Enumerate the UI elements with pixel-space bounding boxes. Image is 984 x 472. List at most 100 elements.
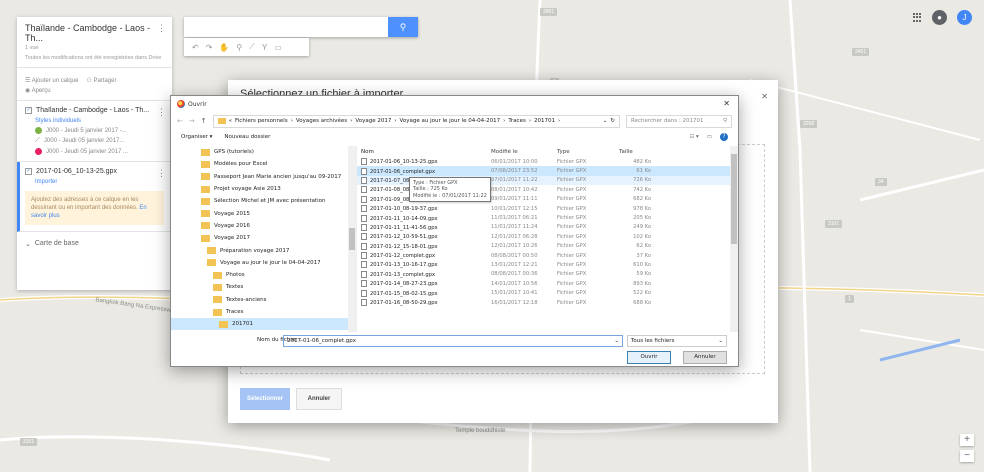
column-date[interactable]: Modifié le bbox=[487, 149, 553, 155]
layer-checkbox[interactable]: ✓ bbox=[25, 107, 32, 114]
file-list-scrollbar[interactable] bbox=[730, 146, 738, 332]
tree-item[interactable]: Sélection Michel et JM avec présentation bbox=[171, 195, 356, 207]
tree-item[interactable]: Voyage 2017 bbox=[171, 232, 356, 244]
tree-item[interactable]: Photos bbox=[171, 269, 356, 281]
view-options-icon[interactable]: ☷ ▾ bbox=[689, 134, 698, 140]
breadcrumb-item[interactable]: Traces bbox=[508, 118, 525, 124]
forward-arrow-icon[interactable]: → bbox=[189, 117, 195, 125]
layer-name[interactable]: 2017-01-06_10-13-25.gpx bbox=[36, 168, 117, 175]
open-button[interactable]: Ouvrir bbox=[627, 351, 671, 364]
folder-search-field[interactable]: Rechercher dans : 201701 ⚲ bbox=[626, 114, 732, 128]
new-folder-button[interactable]: Nouveau dossier bbox=[224, 134, 270, 140]
file-row[interactable]: 2017-01-06_complet.gpx 07/08/2017 23:52 Fi… bbox=[357, 166, 738, 176]
cancel-button[interactable]: Annuler bbox=[296, 388, 342, 410]
up-arrow-icon[interactable]: ↑ bbox=[201, 117, 207, 125]
search-input[interactable] bbox=[184, 17, 388, 37]
avatar[interactable]: J bbox=[957, 10, 972, 25]
account-circle-icon[interactable]: ● bbox=[932, 10, 947, 25]
tree-item[interactable]: Traces bbox=[171, 306, 356, 318]
directions-icon[interactable]: Y bbox=[262, 43, 267, 52]
select-button[interactable]: Sélectionner bbox=[240, 388, 290, 410]
more-vert-icon[interactable]: ⋮ bbox=[157, 168, 166, 179]
zoom-out-button[interactable]: − bbox=[960, 450, 974, 462]
tree-item[interactable]: Voyage au jour le jour le 04-04-2017 bbox=[171, 257, 356, 269]
breadcrumb-item[interactable]: 201701 bbox=[534, 118, 555, 124]
search-button[interactable]: ⚲ bbox=[388, 17, 418, 37]
scrollbar-thumb[interactable] bbox=[349, 228, 355, 250]
file-row[interactable]: 2017-01-11_10-14-09.gpx 11/01/2017 06:21 F… bbox=[357, 213, 738, 222]
breadcrumb-item[interactable]: Voyage au jour le jour le 04-04-2017 bbox=[400, 118, 501, 124]
layer-checkbox[interactable]: ✓ bbox=[25, 168, 32, 175]
filetype-select[interactable]: Tous les fichiers ⌄ bbox=[627, 335, 727, 347]
preview-pane-icon[interactable]: ▭ bbox=[707, 134, 712, 140]
tree-item[interactable]: Projet voyage Asie 2013 bbox=[171, 183, 356, 195]
tree-item[interactable]: Passeport Jean Marie ancien jusqu'au 09-… bbox=[171, 171, 356, 183]
file-name-text: 2017-01-11_11-41-56.gpx bbox=[370, 224, 438, 231]
file-row[interactable]: 2017-01-12_10-59-51.gpx 12/01/2017 06:28 F… bbox=[357, 232, 738, 241]
tree-item[interactable]: Modèles pour Excel bbox=[171, 158, 356, 170]
layer-style-link[interactable]: Styles individuels bbox=[35, 118, 164, 124]
tree-item-selected[interactable]: 201701 bbox=[171, 318, 356, 331]
help-icon[interactable]: ? bbox=[720, 133, 728, 141]
file-row[interactable]: 2017-01-12_complet.gpx 08/08/2017 00:50 Fi… bbox=[357, 251, 738, 260]
layer-feature[interactable]: J000 - Jeudi 05 janvier 2017 ... bbox=[35, 148, 164, 155]
file-row[interactable]: 2017-01-13_10-16-17.gpx 13/01/2017 12:21 F… bbox=[357, 260, 738, 269]
layer-name[interactable]: Thaïlande - Cambodge - Laos - Th... bbox=[36, 107, 149, 114]
close-icon[interactable]: ✕ bbox=[723, 99, 730, 108]
import-link[interactable]: Importer bbox=[35, 179, 164, 185]
scrollbar-thumb[interactable] bbox=[731, 154, 737, 244]
organize-menu[interactable]: Organiser ▾ bbox=[181, 134, 212, 140]
zoom-in-button[interactable]: + bbox=[960, 434, 974, 446]
close-icon[interactable]: ✕ bbox=[761, 92, 768, 101]
file-row[interactable]: 2017-01-15_08-02-15.gpx 15/01/2017 10:41 F… bbox=[357, 288, 738, 297]
breadcrumb[interactable]: « Fichiers personnels › Voyages archivées… bbox=[212, 114, 620, 128]
file-row[interactable]: 2017-01-11_11-41-56.gpx 11/01/2017 11:24 F… bbox=[357, 223, 738, 232]
chevron-down-icon[interactable]: ⌄ bbox=[603, 118, 608, 124]
tree-item[interactable]: GPS (tutoriels) bbox=[171, 146, 356, 158]
tree-item-label: GPS (tutoriels) bbox=[214, 149, 254, 156]
file-row[interactable]: 2017-01-16_08-50-29.gpx 16/01/2017 12:18 F… bbox=[357, 298, 738, 307]
ruler-icon[interactable]: ▭ bbox=[274, 43, 282, 52]
breadcrumb-item[interactable]: Voyage 2017 bbox=[355, 118, 391, 124]
column-name[interactable]: Nom bbox=[357, 149, 487, 155]
hand-icon[interactable]: ✋ bbox=[219, 43, 229, 52]
layer-feature[interactable]: J000 - Jeudi 5 janvier 2017 -... bbox=[35, 127, 164, 134]
column-size[interactable]: Taille bbox=[615, 149, 659, 155]
tree-item[interactable]: Voyage 2015 bbox=[171, 207, 356, 219]
file-row[interactable]: 2017-01-12_15-18-01.gpx 12/01/2017 10:26 F… bbox=[357, 242, 738, 251]
file-size-text: 37 Ko bbox=[636, 252, 651, 259]
back-arrow-icon[interactable]: ← bbox=[177, 117, 183, 125]
map-title[interactable]: Thaïlande - Cambodge - Laos - Th... bbox=[25, 23, 164, 43]
more-vert-icon[interactable]: ⋮ bbox=[157, 23, 166, 34]
apps-grid-icon[interactable] bbox=[913, 13, 922, 22]
column-type[interactable]: Type bbox=[553, 149, 615, 155]
file-row[interactable]: 2017-01-06_10-13-25.gpx 06/01/2017 10:00 F… bbox=[357, 157, 738, 166]
chevron-down-icon[interactable]: ⌄ bbox=[614, 338, 619, 344]
file-name-text: 2017-01-14_08-27-23.gpx bbox=[370, 281, 438, 288]
draw-line-icon[interactable]: ⟋ bbox=[249, 42, 255, 52]
share-button[interactable]: ⚇ Partager bbox=[86, 77, 116, 84]
redo-icon[interactable]: ↷ bbox=[206, 43, 213, 52]
basemap-toggle[interactable]: ⌄ Carte de base bbox=[17, 232, 172, 256]
breadcrumb-item[interactable]: Voyages archivées bbox=[296, 118, 347, 124]
tree-item[interactable]: Textes-anciens bbox=[171, 294, 356, 306]
folder-icon bbox=[201, 148, 210, 156]
file-row[interactable]: 2017-01-14_08-27-23.gpx 14/01/2017 10:56 F… bbox=[357, 279, 738, 288]
more-vert-icon[interactable]: ⋮ bbox=[157, 107, 166, 118]
breadcrumb-item[interactable]: Fichiers personnels bbox=[235, 118, 288, 124]
marker-icon[interactable]: ⚲ bbox=[236, 43, 242, 52]
tree-item[interactable]: Préparation voyage 2017 bbox=[171, 244, 356, 256]
layer-feature[interactable]: ⟋ J000 - Jeudi 05 janvier 2017... bbox=[35, 137, 164, 145]
tree-item[interactable]: Voyage 2016 bbox=[171, 220, 356, 232]
file-row[interactable]: 2017-01-13_complet.gpx 08/08/2017 00:36 Fi… bbox=[357, 270, 738, 279]
preview-button[interactable]: ◉ Aperçu bbox=[25, 87, 51, 94]
add-layer-button[interactable]: ☰ Ajouter un calque bbox=[25, 77, 78, 84]
file-date: 07/01/2017 11:22 bbox=[487, 177, 553, 183]
tree-scrollbar[interactable] bbox=[348, 146, 356, 332]
refresh-icon[interactable]: ↻ bbox=[610, 118, 615, 124]
cancel-button[interactable]: Annuler bbox=[683, 351, 727, 364]
tree-item[interactable]: Textes bbox=[171, 281, 356, 293]
filename-field[interactable]: 2017-01-06_complet.gpx ⌄ bbox=[283, 335, 623, 347]
undo-icon[interactable]: ↶ bbox=[192, 43, 199, 52]
file-row[interactable]: 2017-01-10_08-19-37.gpx 10/01/2017 12:15 F… bbox=[357, 204, 738, 213]
